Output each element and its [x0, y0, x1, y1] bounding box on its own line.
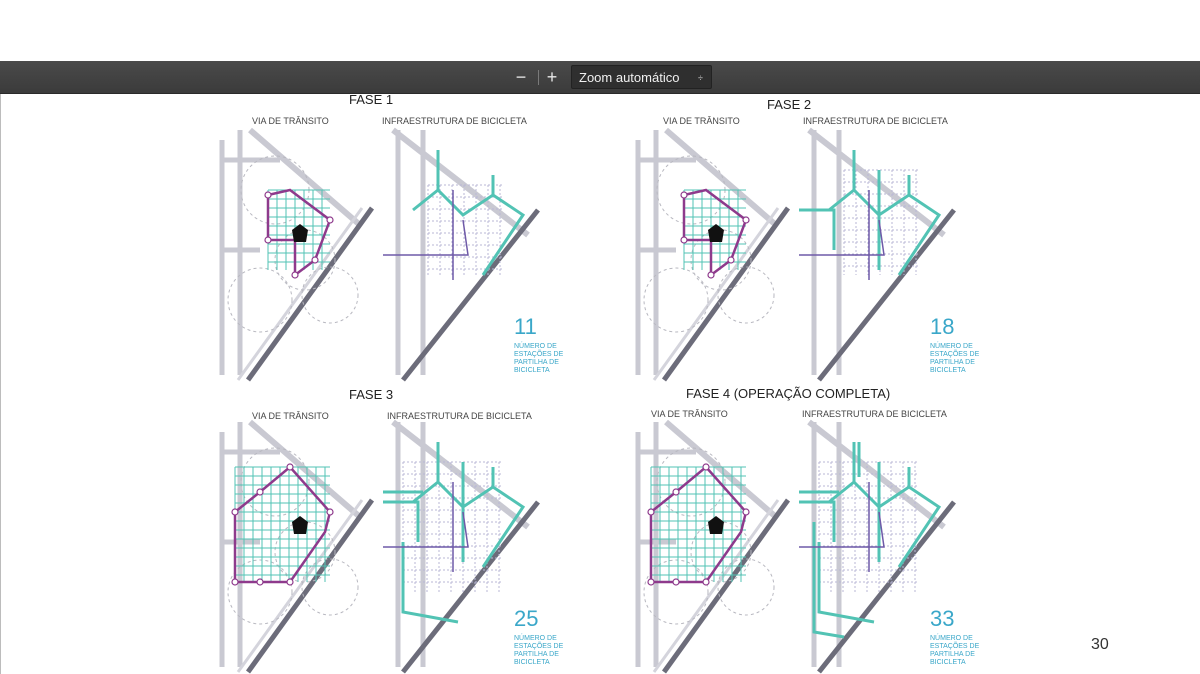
zoom-select[interactable]: Zoom automático ÷ [571, 65, 712, 89]
station-count: 25 [514, 606, 538, 631]
street-lines [811, 130, 842, 375]
phase-panel-3: FASE 3 VIA DE TRÂNSITO INFRAESTRUTURA DE B… [219, 387, 564, 674]
phase-maps-figure: FASE 1 VIA DE TRÂNSITO INFRAESTRUTURA DE B… [219, 94, 980, 674]
zoom-in-button[interactable]: + [541, 67, 563, 87]
street-lines [391, 127, 530, 238]
landmark-icon [292, 224, 308, 242]
transit-stop [256, 578, 264, 586]
transit-stop [702, 463, 710, 471]
page-number: 30 [1091, 636, 1109, 653]
transit-stop [231, 508, 239, 516]
transit-stop [742, 508, 750, 516]
transit-stop [311, 256, 319, 264]
station-count-caption: NÚMERO DE [514, 633, 557, 642]
transit-map-label: VIA DE TRÂNSITO [651, 409, 728, 419]
station-count-caption: PARTILHA DE [930, 359, 975, 366]
catchment-circle [240, 447, 310, 517]
station-count-caption: NÚMERO DE [930, 341, 973, 350]
transit-stop [264, 236, 272, 244]
transit-stop [702, 578, 710, 586]
zoom-select-value: Zoom automático [579, 70, 680, 85]
catchment-circle [656, 447, 726, 517]
select-arrows-icon: ÷ [698, 73, 703, 83]
station-count-caption: ESTAÇÕES DE [930, 349, 980, 358]
station-count-caption: NÚMERO DE [514, 341, 557, 350]
station-count-caption: BICICLETA [514, 659, 550, 666]
bike-map-label: INFRAESTRUTURA DE BICICLETA [387, 411, 532, 421]
transit-stop [647, 578, 655, 586]
transit-stop [256, 488, 264, 496]
street-lines [395, 130, 426, 375]
station-count-caption: BICICLETA [514, 367, 550, 374]
highway-line [245, 206, 375, 382]
station-count-caption: ESTAÇÕES DE [930, 641, 980, 650]
transit-route-map [219, 419, 375, 674]
transit-route-map [635, 127, 791, 382]
street-lines [248, 127, 362, 228]
station-count-caption: PARTILHA DE [514, 651, 559, 658]
pdf-viewer-toolbar: − + Zoom automático ÷ [0, 61, 1200, 94]
transit-stop [286, 578, 294, 586]
bike-lane-line [436, 150, 495, 217]
highway-line [245, 498, 375, 674]
highway-line [661, 498, 791, 674]
transit-stop [326, 216, 334, 224]
transit-stop [680, 191, 688, 199]
landmark-icon [708, 516, 724, 534]
transit-map-label: VIA DE TRÂNSITO [252, 411, 329, 421]
phase-title: FASE 1 [349, 94, 393, 107]
phase-title: FASE 4 (OPERAÇÃO COMPLETA) [686, 386, 890, 401]
zoom-out-button[interactable]: − [510, 67, 532, 87]
phase-title: FASE 3 [349, 387, 393, 402]
pdf-page[interactable]: FASE 1 VIA DE TRÂNSITO INFRAESTRUTURA DE B… [0, 94, 1200, 674]
transit-stop [264, 191, 272, 199]
transit-stop [647, 508, 655, 516]
bike-map-label: INFRAESTRUTURA DE BICICLETA [802, 409, 947, 419]
station-count-caption: BICICLETA [930, 659, 966, 666]
transit-map-label: VIA DE TRÂNSITO [663, 116, 740, 126]
transit-map-label: VIA DE TRÂNSITO [252, 116, 329, 126]
station-count: 11 [514, 314, 537, 339]
highway-line [661, 206, 791, 382]
station-count-caption: PARTILHA DE [930, 651, 975, 658]
bike-map-label: INFRAESTRUTURA DE BICICLETA [803, 116, 948, 126]
toolbar-separator [538, 70, 539, 85]
transit-stop [680, 236, 688, 244]
station-count-caption: BICICLETA [930, 367, 966, 374]
transit-stop [672, 488, 680, 496]
phase-panel-1: FASE 1 VIA DE TRÂNSITO INFRAESTRUTURA DE B… [219, 94, 564, 382]
transit-stop [742, 216, 750, 224]
landmark-icon [292, 516, 308, 534]
transit-stop [326, 508, 334, 516]
phase-panel-4: FASE 4 (OPERAÇÃO COMPLETA) VIA DE TRÂNSIT… [635, 386, 980, 674]
transit-stop [231, 578, 239, 586]
phase-title: FASE 2 [767, 97, 811, 112]
transit-stop [672, 578, 680, 586]
transit-stop [291, 271, 299, 279]
transit-route-map [635, 419, 791, 674]
station-count-caption: ESTAÇÕES DE [514, 641, 564, 650]
station-count-caption: ESTAÇÕES DE [514, 349, 564, 358]
station-count-caption: PARTILHA DE [514, 359, 559, 366]
transit-stop [707, 271, 715, 279]
station-count-caption: NÚMERO DE [930, 633, 973, 642]
station-count: 33 [930, 606, 954, 631]
bike-map-label: INFRAESTRUTURA DE BICICLETA [382, 116, 527, 126]
transit-stop [286, 463, 294, 471]
street-lines [664, 127, 778, 228]
transit-stop [727, 256, 735, 264]
transit-route-map [219, 127, 375, 382]
landmark-icon [708, 224, 724, 242]
top-blank-area [0, 0, 1200, 61]
station-count: 18 [930, 314, 954, 339]
phase-panel-2: FASE 2 VIA DE TRÂNSITO INFRAESTRUTURA DE B… [635, 97, 980, 382]
